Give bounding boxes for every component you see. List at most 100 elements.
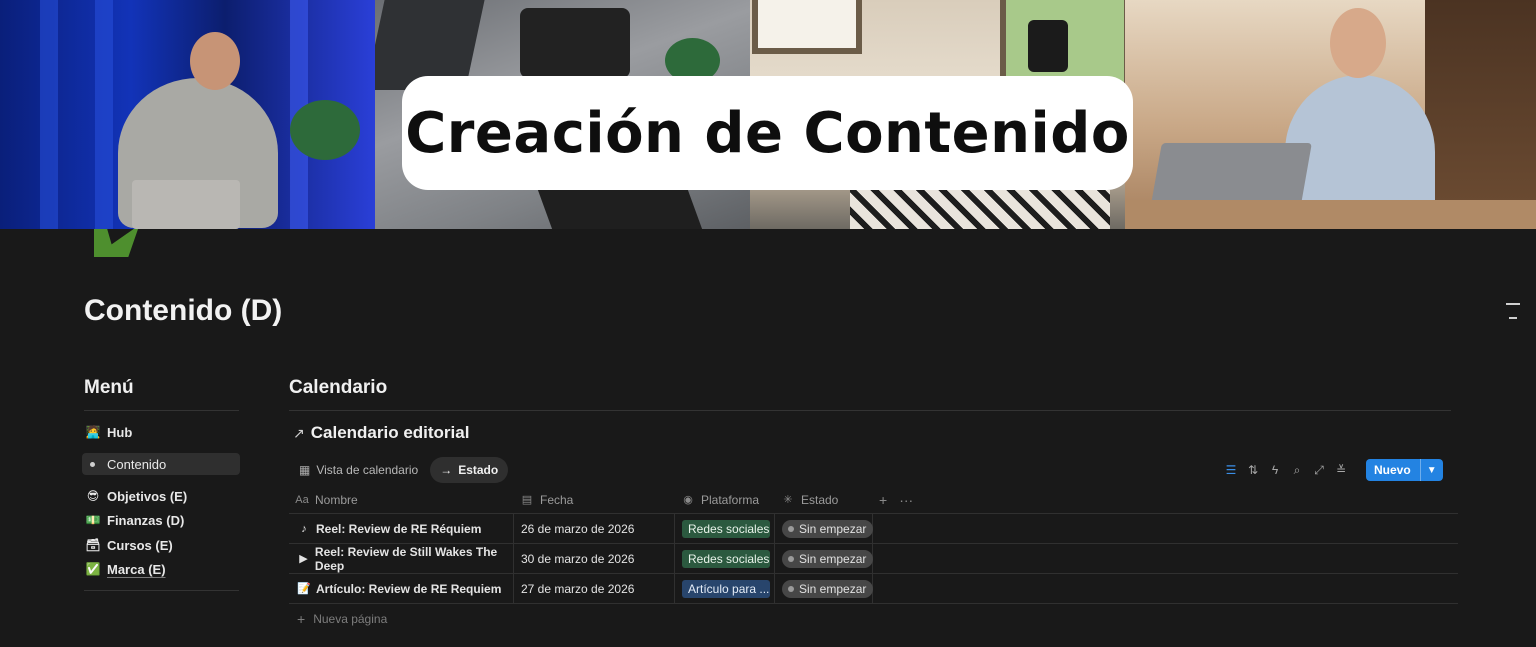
new-button-label: Nuevo [1374, 463, 1411, 477]
status-badge: Sin empezar [782, 549, 874, 568]
menu-item-objetivos[interactable]: 😎 Objetivos (E) [84, 485, 240, 507]
row-title: Artículo: Review de RE Requiem [316, 581, 502, 596]
notebook-image [537, 190, 703, 229]
cell-date[interactable]: 26 de marzo de 2026 [514, 513, 675, 544]
menu-item-label: Marca (E) [107, 561, 166, 577]
cover-title: Creación de Contenido [405, 100, 1130, 166]
play-icon: ▶ [299, 553, 308, 565]
platform-tag: Redes sociales [682, 519, 770, 538]
tab-label: Estado [458, 463, 499, 477]
menu-item-label: Objetivos (E) [107, 488, 188, 504]
automation-bolt-icon[interactable]: ϟ [1264, 459, 1286, 481]
column-label: Nombre [315, 492, 358, 507]
cover-title-box: Creación de Contenido [402, 76, 1133, 190]
column-header-estado[interactable]: ✳ Estado [775, 486, 873, 514]
expand-icon[interactable]: ⤢ [1308, 459, 1330, 481]
new-page-label: Nueva página [313, 612, 388, 626]
menu-item-label: Contenido [107, 456, 167, 472]
status-label: Sin empezar [799, 521, 867, 536]
status-label: Sin empezar [799, 581, 867, 596]
bookshelf-image [1425, 0, 1536, 229]
search-icon[interactable]: ⌕ [1286, 459, 1308, 481]
menu-divider [84, 590, 239, 591]
chevron-down-icon[interactable]: ▼ [1419, 459, 1443, 481]
toc-line [1506, 303, 1520, 305]
sort-icon[interactable]: ⇅ [1242, 459, 1264, 481]
menu-item-marca[interactable]: ✅ Marca (E) [84, 558, 240, 580]
column-label: Estado [801, 492, 839, 507]
cover-photo-studio [0, 0, 375, 229]
technologist-icon: 🧑‍💻 [85, 425, 101, 439]
cell-name[interactable]: 📝 Artículo: Review de RE Requiem [289, 573, 514, 604]
sign-image [752, 0, 862, 54]
money-icon: 💵 [85, 513, 101, 527]
menu-item-contenido[interactable]: Contenido [82, 453, 240, 475]
table-row[interactable]: 📝 Artículo: Review de RE Requiem 27 de m… [289, 573, 1458, 604]
cell-name[interactable]: ♪ Reel: Review de RE Réquiem [289, 513, 514, 544]
status-property-icon: ✳ [783, 494, 793, 506]
column-header-plataforma[interactable]: ◉ Plataforma [675, 486, 775, 514]
row-title: Reel: Review de Still Wakes The Deep [314, 544, 498, 573]
menu-item-label: Finanzas (D) [107, 512, 185, 528]
filter-icon[interactable]: ☰ [1220, 459, 1242, 481]
card-box-icon: 🗃 [85, 538, 101, 552]
toc-line [1509, 317, 1517, 319]
page-title[interactable]: Contenido (D) [84, 294, 282, 328]
add-property-icon[interactable]: + [879, 492, 887, 508]
menu-item-label: Hub [107, 424, 133, 440]
camera-image [1028, 20, 1068, 72]
view-tabs: ▦ Vista de calendario → Estado [291, 457, 509, 483]
status-dot-icon [788, 555, 794, 562]
column-header-fecha[interactable]: ▤ Fecha [514, 486, 675, 514]
page-icon-check[interactable] [94, 229, 138, 259]
table-row[interactable]: ▶ Reel: Review de Still Wakes The Deep 3… [289, 543, 1458, 574]
row-title: Reel: Review de RE Réquiem [316, 521, 482, 536]
cell-date[interactable]: 30 de marzo de 2026 [514, 543, 675, 574]
calendar-icon: ▦ [299, 463, 311, 477]
section-divider [289, 410, 1451, 411]
menu-item-finanzas[interactable]: 💵 Finanzas (D) [84, 509, 240, 531]
table-row[interactable]: ♪ Reel: Review de RE Réquiem 26 de marzo… [289, 513, 1458, 544]
cell-platform[interactable]: Redes sociales [675, 513, 775, 544]
text-property-icon: Aa [295, 493, 309, 506]
cell-name[interactable]: ▶ Reel: Review de Still Wakes The Deep [289, 543, 514, 574]
status-dot-icon [788, 525, 794, 532]
settings-sliders-icon[interactable]: ≚ [1330, 459, 1352, 481]
cell-platform[interactable]: Redes sociales [675, 543, 775, 574]
more-options-icon[interactable]: ··· [899, 492, 913, 508]
tab-label: Vista de calendario [316, 463, 419, 477]
tab-calendar-view[interactable]: ▦ Vista de calendario [291, 457, 426, 483]
header-actions: + ··· [879, 492, 925, 508]
cell-status[interactable]: Sin empezar [775, 513, 874, 544]
tab-estado[interactable]: → Estado [430, 457, 509, 483]
status-label: Sin empezar [799, 551, 867, 566]
select-property-icon: ◉ [683, 494, 693, 506]
column-label: Plataforma [701, 492, 760, 507]
sunglasses-face-icon: 😎 [86, 489, 100, 503]
table-of-contents-icon[interactable] [1506, 303, 1520, 319]
menu-divider [84, 410, 239, 411]
database-title[interactable]: ↗ Calendario editorial [293, 423, 469, 443]
cover-photo-office [1125, 0, 1536, 229]
linked-arrow-icon: ↗ [293, 424, 305, 441]
menu-item-cursos[interactable]: 🗃 Cursos (E) [84, 534, 240, 556]
new-page-row[interactable]: + Nueva página [289, 604, 1458, 634]
column-header-nombre[interactable]: Aa Nombre [289, 486, 514, 514]
status-dot-icon [788, 585, 794, 592]
page-cover[interactable]: Creación de Contenido [0, 0, 1536, 229]
plant-image [290, 100, 360, 160]
database-toolbar: ☰ ⇅ ϟ ⌕ ⤢ ≚ Nuevo ▼ [1220, 459, 1443, 481]
arrow-right-icon: → [440, 463, 453, 477]
desk-image [1125, 200, 1536, 229]
new-button[interactable]: Nuevo ▼ [1366, 459, 1443, 481]
cell-platform[interactable]: Artículo para ... [675, 573, 775, 604]
menu-item-hub[interactable]: 🧑‍💻 Hub [84, 421, 240, 443]
calendar-icon: ▤ [521, 494, 533, 506]
cell-status[interactable]: Sin empezar [775, 573, 874, 604]
cell-date[interactable]: 27 de marzo de 2026 [514, 573, 675, 604]
plus-icon: + [297, 611, 306, 627]
cell-status[interactable]: Sin empezar [775, 543, 874, 574]
status-badge: Sin empezar [782, 519, 874, 538]
bullet-icon [90, 461, 95, 467]
person-head [190, 32, 240, 90]
